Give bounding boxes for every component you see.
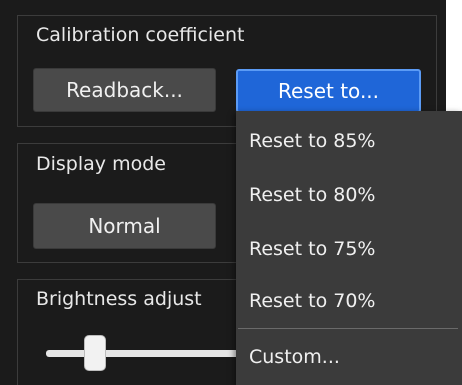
menu-separator (238, 328, 458, 329)
menu-item-reset-80[interactable]: Reset to 80% (236, 171, 446, 219)
brightness-title: Brightness adjust (36, 288, 202, 310)
brightness-slider-track[interactable] (46, 350, 246, 357)
menu-item-reset-85[interactable]: Reset to 85% (236, 117, 446, 165)
screen: Calibration coefficient Readback... Rese… (0, 0, 462, 385)
readback-button[interactable]: Readback... (33, 68, 216, 112)
menu-item-reset-75[interactable]: Reset to 75% (236, 225, 446, 273)
reset-to-menu: Reset to 85% Reset to 80% Reset to 75% R… (236, 111, 462, 385)
calibration-title: Calibration coefficient (36, 24, 245, 46)
reset-to-button[interactable]: Reset to... (236, 69, 421, 113)
display-mode-title: Display mode (36, 153, 166, 175)
brightness-slider-thumb[interactable] (84, 335, 107, 371)
display-mode-normal-button[interactable]: Normal (33, 203, 216, 249)
menu-item-custom[interactable]: Custom... (236, 333, 446, 381)
menu-item-reset-70[interactable]: Reset to 70% (236, 277, 446, 325)
